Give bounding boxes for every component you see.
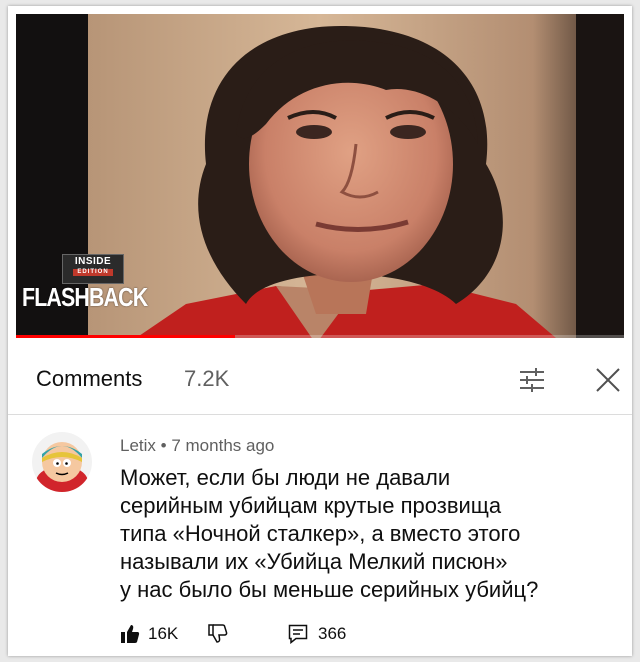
comments-count: 7.2K	[184, 366, 230, 391]
video-progress-fill	[16, 335, 235, 338]
reply-button[interactable]: 366	[288, 624, 346, 644]
comments-title: Comments	[36, 366, 143, 391]
video-progress-bar[interactable]	[16, 335, 624, 338]
comment-actions: 16K 366	[120, 624, 520, 648]
thumbs-down-icon	[208, 624, 228, 643]
dislike-button[interactable]	[208, 624, 230, 644]
comment-line: называли их «Убийца Мелкий писюн»	[120, 549, 508, 574]
comment-line: Может, если бы люди не давали	[120, 465, 451, 490]
reply-icon	[288, 624, 308, 644]
comment-line: у нас было бы меньше серийных убийц?	[120, 577, 539, 602]
comment-item: Letix • 7 months ago Может, если бы люди…	[8, 416, 632, 656]
sliders-icon[interactable]	[518, 368, 546, 392]
video-player[interactable]: INSIDE EDITION FLASHBACK	[16, 14, 624, 338]
reply-count: 366	[318, 624, 347, 643]
comment-author[interactable]: Letix	[120, 436, 156, 455]
thumbs-up-icon	[120, 624, 140, 644]
meme-card: INSIDE EDITION FLASHBACK Comments 7.2K L…	[8, 6, 632, 656]
comments-header: Comments 7.2K	[8, 342, 632, 415]
like-count: 16K	[148, 624, 179, 643]
avatar[interactable]	[32, 432, 92, 492]
cartman-avatar-icon	[32, 432, 92, 492]
comment-line: типа «Ночной сталкер», а вместо этого	[120, 521, 521, 546]
comment-line: серийным убийцам крутые прозвища	[120, 493, 502, 518]
show-title: FLASHBACK	[22, 282, 148, 312]
like-button[interactable]: 16K	[120, 624, 178, 644]
comment-time: 7 months ago	[171, 436, 275, 455]
inside-edition-logo: INSIDE EDITION	[60, 254, 124, 284]
comment-text: Может, если бы люди не давали серийным у…	[120, 464, 620, 604]
comment-meta: Letix • 7 months ago	[120, 436, 274, 456]
close-icon[interactable]	[594, 366, 622, 394]
meta-separator: •	[160, 436, 167, 455]
